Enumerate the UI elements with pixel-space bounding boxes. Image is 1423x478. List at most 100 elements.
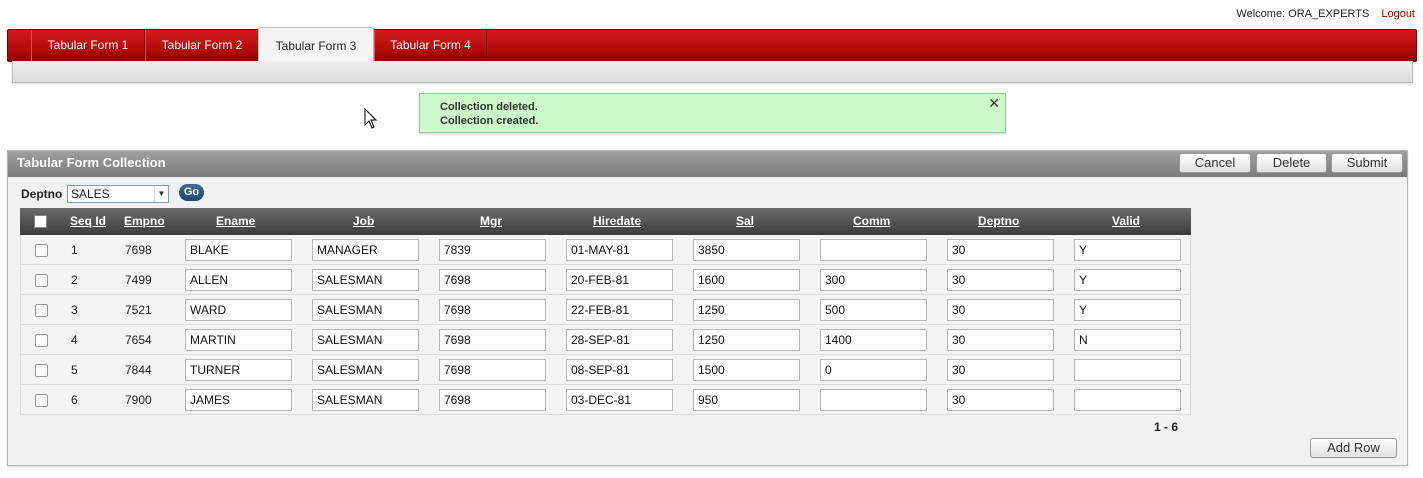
row-checkbox[interactable] [35, 274, 48, 287]
hiredate-input[interactable]: 28-SEP-81 [566, 329, 673, 351]
column-header-job[interactable]: Job [353, 214, 374, 228]
tab-tabular-form-3[interactable]: Tabular Form 3 [258, 27, 374, 63]
ename-input[interactable]: ALLEN [185, 269, 292, 291]
sal-input[interactable]: 950 [693, 389, 800, 411]
select-all-checkbox[interactable] [34, 215, 47, 228]
column-header-comm[interactable]: Comm [853, 214, 890, 228]
job-input[interactable]: SALESMAN [312, 329, 419, 351]
column-header-ename[interactable]: Ename [216, 214, 255, 228]
valid-input[interactable]: N [1074, 329, 1181, 351]
deptno-input[interactable]: 30 [947, 329, 1054, 351]
tab-tabular-form-4[interactable]: Tabular Form 4 [374, 30, 487, 62]
comm-input[interactable]: 0 [820, 359, 927, 381]
sal-input[interactable]: 3850 [693, 239, 800, 261]
add-row-button[interactable]: Add Row [1310, 438, 1397, 458]
deptno-select-value: SALES [71, 187, 110, 201]
go-button[interactable]: Go [179, 184, 204, 201]
submit-button[interactable]: Submit [1331, 153, 1403, 173]
ename-input[interactable]: MARTIN [185, 329, 292, 351]
comm-input[interactable] [820, 389, 927, 411]
cancel-button[interactable]: Cancel [1179, 153, 1251, 173]
hiredate-input[interactable]: 03-DEC-81 [566, 389, 673, 411]
comm-input[interactable]: 1400 [820, 329, 927, 351]
table-row: 4 7654 MARTIN SALESMAN 7698 28-SEP-81 12… [20, 325, 1191, 355]
deptno-input[interactable]: 30 [947, 299, 1054, 321]
row-checkbox[interactable] [35, 304, 48, 317]
success-message: Collection deleted. Collection created. … [419, 93, 1006, 133]
sal-input[interactable]: 1250 [693, 299, 800, 321]
valid-input[interactable]: Y [1074, 299, 1181, 321]
hiredate-input[interactable]: 20-FEB-81 [566, 269, 673, 291]
comm-input[interactable]: 300 [820, 269, 927, 291]
deptno-input[interactable]: 30 [947, 239, 1054, 261]
column-header-hiredate[interactable]: Hiredate [593, 214, 641, 228]
mgr-input[interactable]: 7698 [439, 299, 546, 321]
column-header-mgr[interactable]: Mgr [480, 214, 502, 228]
column-header-sal[interactable]: Sal [736, 214, 754, 228]
mouse-cursor-icon [364, 108, 378, 129]
tab-tabular-form-1[interactable]: Tabular Form 1 [31, 30, 145, 62]
job-input[interactable]: SALESMAN [312, 389, 419, 411]
column-header-deptno[interactable]: Deptno [978, 214, 1019, 228]
deptno-input[interactable]: 30 [947, 269, 1054, 291]
hiredate-input[interactable]: 01-MAY-81 [566, 239, 673, 261]
seq-id-cell: 3 [71, 303, 78, 317]
row-checkbox[interactable] [35, 394, 48, 407]
mgr-input[interactable]: 7698 [439, 359, 546, 381]
empno-cell: 7900 [125, 393, 152, 407]
valid-input[interactable] [1074, 389, 1181, 411]
valid-input[interactable]: Y [1074, 239, 1181, 261]
sal-input[interactable]: 1600 [693, 269, 800, 291]
seq-id-cell: 5 [71, 363, 78, 377]
table-row: 5 7844 TURNER SALESMAN 7698 08-SEP-81 15… [20, 355, 1191, 385]
delete-button[interactable]: Delete [1256, 153, 1327, 173]
valid-input[interactable] [1074, 359, 1181, 381]
deptno-input[interactable]: 30 [947, 389, 1054, 411]
table-row: 6 7900 JAMES SALESMAN 7698 03-DEC-81 950… [20, 385, 1191, 415]
empno-cell: 7844 [125, 363, 152, 377]
seq-id-cell: 2 [71, 273, 78, 287]
sub-navigation-bar [12, 61, 1413, 83]
deptno-select[interactable]: SALES ▼ [67, 185, 169, 203]
empno-cell: 7499 [125, 273, 152, 287]
sal-input[interactable]: 1500 [693, 359, 800, 381]
mgr-input[interactable]: 7698 [439, 269, 546, 291]
message-line: Collection deleted. [440, 101, 538, 113]
job-input[interactable]: SALESMAN [312, 299, 419, 321]
job-input[interactable]: MANAGER [312, 239, 419, 261]
column-header-seq-id[interactable]: Seq Id [70, 214, 106, 228]
pagination-range: 1 - 6 [1154, 420, 1179, 434]
ename-input[interactable]: TURNER [185, 359, 292, 381]
column-header-valid[interactable]: Valid [1112, 214, 1140, 228]
row-checkbox[interactable] [35, 244, 48, 257]
hiredate-input[interactable]: 08-SEP-81 [566, 359, 673, 381]
ename-input[interactable]: JAMES [185, 389, 292, 411]
tab-bar: Tabular Form 1 Tabular Form 2 Tabular Fo… [7, 27, 1417, 63]
logout-link[interactable]: Logout [1381, 8, 1415, 20]
ename-input[interactable]: BLAKE [185, 239, 292, 261]
mgr-input[interactable]: 7698 [439, 329, 546, 351]
column-header-empno[interactable]: Empno [124, 214, 165, 228]
sal-input[interactable]: 1250 [693, 329, 800, 351]
deptno-input[interactable]: 30 [947, 359, 1054, 381]
ename-input[interactable]: WARD [185, 299, 292, 321]
mgr-input[interactable]: 7698 [439, 389, 546, 411]
row-checkbox[interactable] [35, 364, 48, 377]
comm-input[interactable] [820, 239, 927, 261]
valid-input[interactable]: Y [1074, 269, 1181, 291]
close-icon[interactable]: ✕ [988, 95, 1000, 112]
seq-id-cell: 6 [71, 393, 78, 407]
comm-input[interactable]: 500 [820, 299, 927, 321]
seq-id-cell: 4 [71, 333, 78, 347]
deptno-filter-label: Deptno [21, 187, 63, 201]
job-input[interactable]: SALESMAN [312, 269, 419, 291]
hiredate-input[interactable]: 22-FEB-81 [566, 299, 673, 321]
table-row: 3 7521 WARD SALESMAN 7698 22-FEB-81 1250… [20, 295, 1191, 325]
mgr-input[interactable]: 7839 [439, 239, 546, 261]
chevron-down-icon[interactable]: ▼ [154, 186, 168, 202]
table-row: 1 7698 BLAKE MANAGER 7839 01-MAY-81 3850… [20, 235, 1191, 265]
empno-cell: 7654 [125, 333, 152, 347]
job-input[interactable]: SALESMAN [312, 359, 419, 381]
tab-tabular-form-2[interactable]: Tabular Form 2 [145, 30, 259, 62]
row-checkbox[interactable] [35, 334, 48, 347]
